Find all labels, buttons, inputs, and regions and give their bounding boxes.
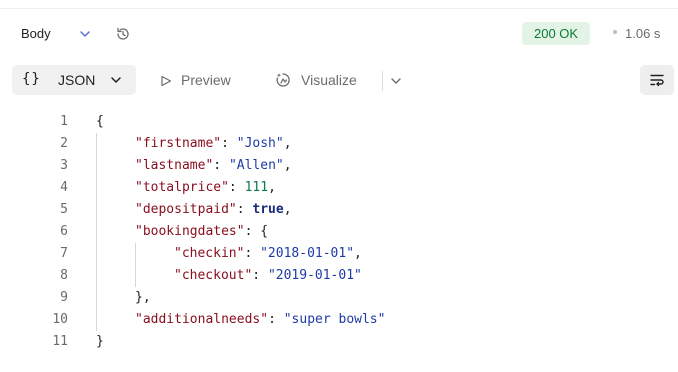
json-value: "2019-01-01" — [267, 268, 362, 283]
code-line: 8 "checkout": "2019-01-01" — [0, 265, 678, 287]
code-line: 1 { — [0, 111, 678, 133]
preview-tab[interactable]: Preview — [181, 72, 231, 88]
line-number: 5 — [60, 202, 68, 217]
line-number: 3 — [60, 158, 68, 173]
top-divider — [0, 8, 678, 9]
json-key: "checkout" — [174, 268, 253, 283]
json-close-brace: } — [96, 334, 104, 349]
code-line: 4 "totalprice": 111, — [0, 177, 678, 199]
wrap-lines-icon — [650, 74, 664, 87]
json-open-brace: { — [260, 224, 269, 239]
json-value: "2018-01-01" — [260, 246, 355, 261]
json-key: "totalprice" — [135, 180, 229, 195]
code-line: 3 "lastname": "Allen", — [0, 155, 678, 177]
line-number: 2 — [60, 136, 68, 151]
body-tab-label[interactable]: Body — [21, 26, 51, 41]
line-number: 6 — [60, 224, 68, 239]
toolbar-divider — [382, 71, 383, 91]
json-key: "depositpaid" — [135, 202, 237, 217]
json-value: "Allen" — [228, 158, 284, 173]
response-toolbar: {} JSON Preview Visualize — [0, 62, 678, 98]
json-value: true — [252, 202, 284, 217]
code-line: 7 "checkin": "2018-01-01", — [0, 243, 678, 265]
chevron-down-icon[interactable] — [389, 74, 403, 88]
code-line: 11 } — [0, 331, 678, 353]
chevron-down-icon[interactable] — [78, 27, 92, 41]
code-line: 5 "depositpaid": true, — [0, 199, 678, 221]
json-value: "super bowls" — [283, 312, 386, 327]
json-key: "checkin" — [174, 246, 245, 261]
code-line: 9 }, — [0, 287, 678, 309]
response-time[interactable]: 1.06 s — [625, 26, 660, 41]
code-line: 2 "firstname": "Josh", — [0, 133, 678, 155]
response-header: Body 200 OK 1.06 s — [0, 20, 678, 48]
json-close-brace: }, — [135, 290, 151, 305]
line-number: 4 — [60, 180, 68, 195]
play-outline-icon[interactable] — [160, 75, 172, 87]
status-badge[interactable]: 200 OK — [522, 22, 591, 45]
line-number: 8 — [60, 268, 68, 283]
format-dropdown-button[interactable]: {} JSON — [12, 65, 136, 95]
format-label: JSON — [58, 72, 96, 88]
json-key: "bookingdates" — [135, 224, 245, 239]
line-number: 11 — [52, 334, 68, 349]
json-key: "additionalneeds" — [135, 312, 269, 327]
line-number: 1 — [60, 114, 68, 129]
json-key: "firstname" — [135, 136, 222, 151]
braces-icon: {} — [22, 71, 41, 87]
line-number: 10 — [52, 312, 68, 327]
line-number: 9 — [60, 290, 68, 305]
json-open-brace: { — [96, 114, 104, 129]
code-line: 6 "bookingdates": { — [0, 221, 678, 243]
visualize-icon[interactable] — [274, 71, 292, 89]
json-key: "lastname" — [135, 158, 214, 173]
separator-dot — [613, 30, 617, 34]
json-value: "Josh" — [236, 136, 284, 151]
code-line: 10 "additionalneeds": "super bowls" — [0, 309, 678, 331]
history-icon[interactable] — [114, 25, 132, 43]
wrap-lines-button[interactable] — [640, 65, 674, 95]
line-number: 7 — [60, 246, 68, 261]
chevron-down-icon — [111, 77, 121, 83]
visualize-tab[interactable]: Visualize — [301, 72, 357, 88]
json-value: 111 — [244, 180, 269, 195]
